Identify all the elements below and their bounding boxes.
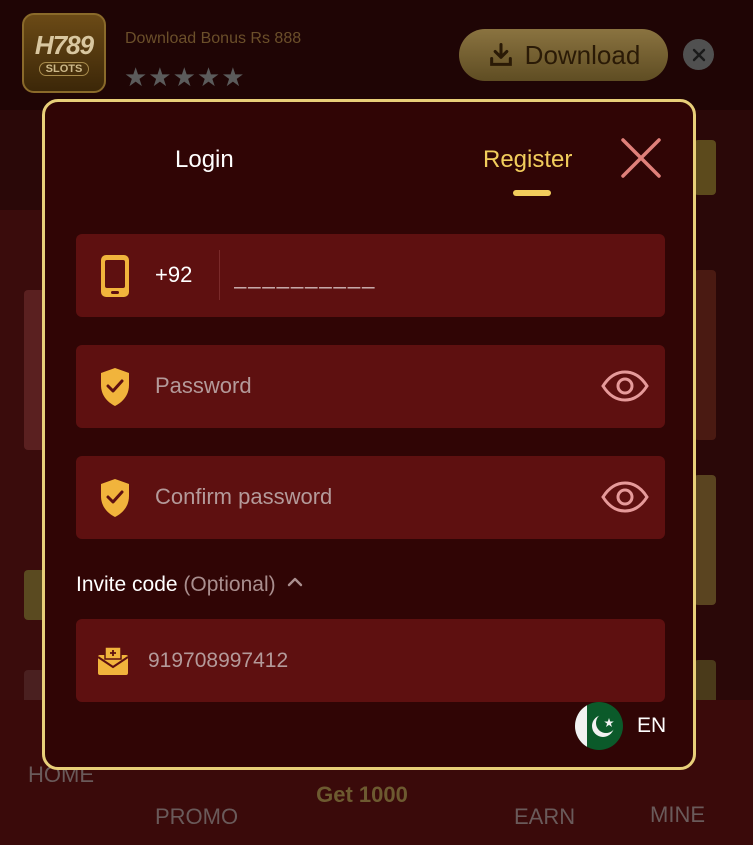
eye-icon[interactable] <box>600 480 650 514</box>
nav-mine-label: MINE <box>650 802 705 827</box>
language-selector[interactable]: EN <box>575 702 666 750</box>
download-icon <box>489 42 512 66</box>
nav-promo-label: PROMO <box>155 804 239 829</box>
phone-input[interactable] <box>234 259 634 295</box>
phone-field: +92 <box>76 234 665 317</box>
password-placeholder: Password <box>155 373 252 398</box>
register-modal: Login Register +92 Password Conf <box>42 99 696 770</box>
background-content-left <box>0 210 46 730</box>
close-icon <box>692 48 705 61</box>
download-label: Download <box>524 39 641 70</box>
download-banner: H789 SLOTS Download Bonus Rs 888 ★★★★★ D… <box>0 0 753 110</box>
invite-code-label: Invite code <box>76 573 178 596</box>
banner-close-button[interactable] <box>683 39 714 70</box>
language-code: EN <box>637 714 667 737</box>
envelope-icon <box>97 646 129 675</box>
tab-login[interactable]: Login <box>175 146 234 174</box>
nav-promo[interactable]: PROMO <box>155 804 238 830</box>
nav-get-bonus[interactable]: Get 1000 <box>292 782 432 808</box>
country-code[interactable]: +92 <box>155 261 192 289</box>
bonus-text: Download Bonus Rs 888 <box>125 30 302 47</box>
pakistan-flag-icon <box>575 702 623 750</box>
invite-code-toggle[interactable]: Invite code (Optional) <box>76 572 303 598</box>
shield-check-icon <box>101 368 129 406</box>
confirm-password-field[interactable]: Confirm password <box>76 456 665 539</box>
close-icon[interactable] <box>619 136 663 180</box>
background-content-right <box>694 130 753 730</box>
app-logo: H789 SLOTS <box>22 13 106 93</box>
field-divider <box>219 250 220 300</box>
nav-earn-label: EARN <box>514 804 576 829</box>
invite-code-field[interactable]: 919708997412 <box>76 619 665 702</box>
nav-earn[interactable]: EARN <box>514 804 575 830</box>
eye-icon[interactable] <box>600 369 650 403</box>
logo-subtext: SLOTS <box>38 62 90 76</box>
confirm-password-placeholder: Confirm password <box>155 484 333 509</box>
invite-code-value: 919708997412 <box>148 649 289 672</box>
tab-register[interactable]: Register <box>483 146 572 174</box>
download-button[interactable]: Download <box>459 29 668 81</box>
shield-check-icon <box>101 479 129 517</box>
phone-icon <box>101 255 129 297</box>
password-field[interactable]: Password <box>76 345 665 428</box>
logo-text: H789 <box>34 30 94 60</box>
chevron-up-icon <box>288 577 303 587</box>
nav-mine[interactable]: MINE <box>650 802 705 828</box>
active-tab-indicator <box>513 190 551 196</box>
invite-optional-label: (Optional) <box>183 573 276 596</box>
rating-stars: ★★★★★ <box>124 62 246 92</box>
